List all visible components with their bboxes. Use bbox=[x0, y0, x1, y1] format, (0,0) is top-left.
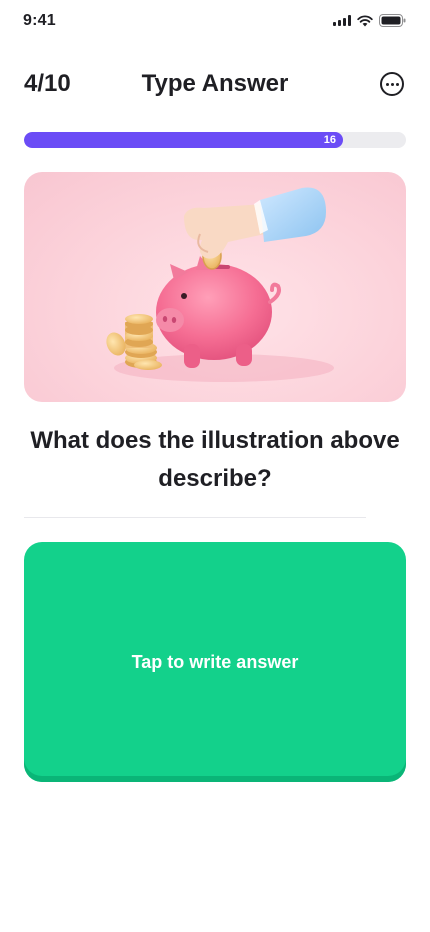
status-bar: 9:41 bbox=[0, 0, 430, 44]
quiz-screen: 9:41 4/10 Type Answer 16 What does the i… bbox=[0, 0, 430, 932]
wifi-icon bbox=[357, 14, 373, 26]
divider bbox=[24, 517, 366, 518]
status-time: 9:41 bbox=[23, 12, 56, 29]
battery-icon bbox=[379, 14, 406, 27]
progress-bar: 16 bbox=[24, 132, 406, 148]
piggy-bank-illustration bbox=[106, 187, 334, 382]
piggy-bank-icon bbox=[156, 256, 281, 368]
progress-label: 16 bbox=[323, 134, 336, 146]
header: 4/10 Type Answer bbox=[24, 64, 406, 104]
write-answer-button[interactable]: Tap to write answer bbox=[24, 542, 406, 782]
write-answer-label: Tap to write answer bbox=[131, 651, 299, 672]
coin-stack-icon bbox=[106, 314, 162, 370]
progress-fill: 16 bbox=[24, 132, 343, 148]
question-image bbox=[24, 172, 406, 402]
signal-icon bbox=[333, 15, 351, 26]
more-options-icon[interactable] bbox=[380, 72, 404, 96]
hand-icon bbox=[184, 187, 326, 259]
question-text: What does the illustration above describ… bbox=[30, 427, 400, 492]
status-icons bbox=[333, 14, 406, 27]
page-title: Type Answer bbox=[141, 70, 289, 97]
